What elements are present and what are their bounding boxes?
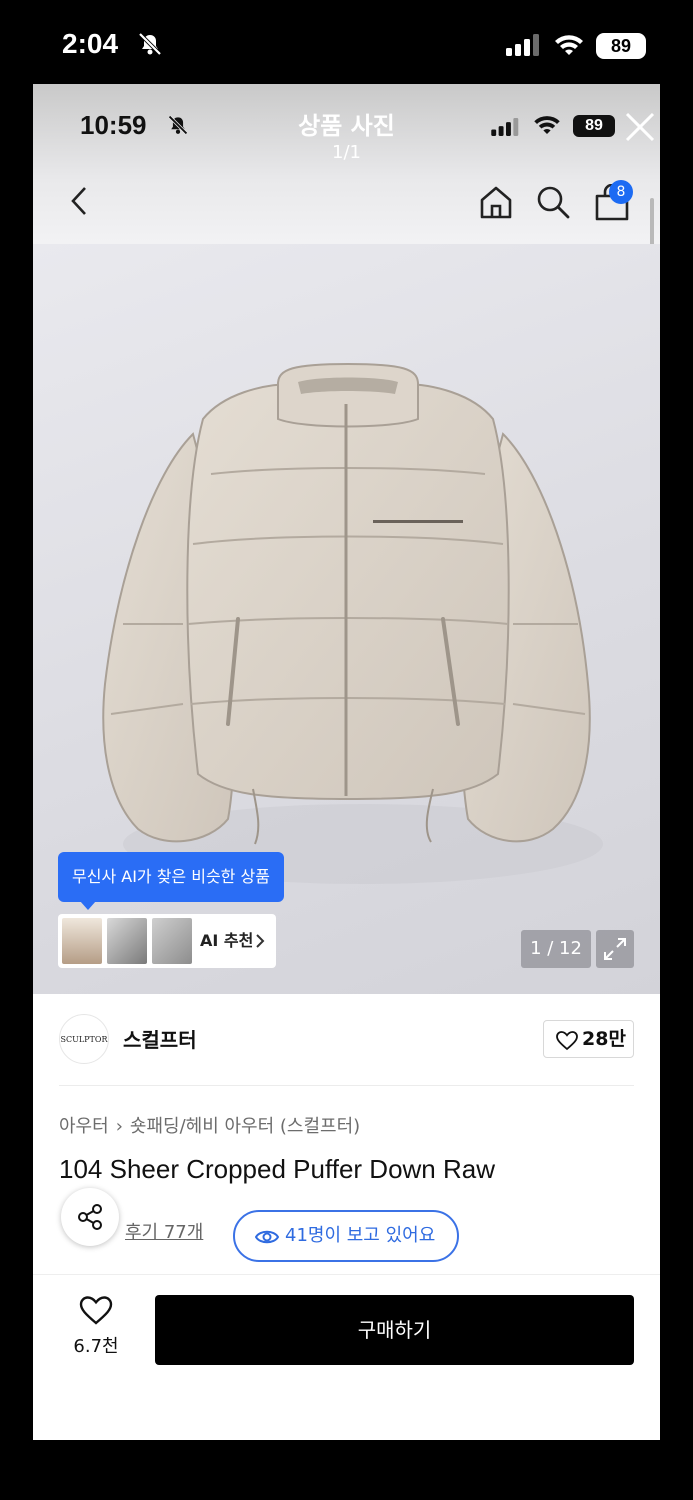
expand-icon[interactable] — [596, 930, 634, 968]
divider — [33, 1274, 660, 1275]
home-icon[interactable] — [477, 184, 515, 220]
wifi-icon — [554, 33, 584, 59]
share-button[interactable] — [61, 1188, 119, 1246]
back-icon[interactable] — [65, 184, 93, 218]
buy-button[interactable]: 구매하기 — [155, 1295, 634, 1365]
chevron-right-icon — [254, 932, 266, 954]
bell-slash-icon — [137, 32, 163, 60]
review-link[interactable]: 후기 77개 — [125, 1218, 203, 1244]
battery-indicator: 89 — [596, 33, 646, 59]
photo-viewer: 10:59 상품 사진 1/1 89 8 무신사 AI가 찾은 비슷한 상품 A… — [33, 84, 660, 1440]
share-icon — [78, 1204, 102, 1230]
viewer-header: 10:59 상품 사진 1/1 89 8 — [33, 84, 660, 244]
brand-like-count: 28만 — [582, 1028, 626, 1050]
breadcrumb-item-category[interactable]: 숏패딩/헤비 아우터 (스컬프터) — [130, 1116, 360, 1137]
similar-product-thumb[interactable] — [107, 918, 147, 964]
cart-count-badge: 8 — [609, 180, 633, 204]
inner-battery-indicator: 89 — [573, 115, 615, 137]
brand-like-button[interactable]: 28만 — [543, 1020, 634, 1058]
device-time: 2:04 — [62, 28, 119, 59]
ai-recommend-card[interactable]: AI 추천 — [58, 914, 276, 968]
heart-icon — [79, 1296, 113, 1325]
wifi-icon — [533, 114, 561, 138]
viewer-counter: 1/1 — [332, 142, 361, 163]
ai-recommend-label: AI 추천 — [200, 931, 254, 950]
wishlist-button[interactable]: 6.7천 — [63, 1296, 129, 1366]
brand-logo[interactable]: SCULPTOR — [59, 1014, 109, 1064]
chevron-right-icon: › — [115, 1116, 123, 1137]
current-viewers-text: 41명이 보고 있어요 — [285, 1225, 436, 1246]
divider — [59, 1085, 634, 1086]
breadcrumb-item-outer[interactable]: 아우터 — [59, 1116, 109, 1137]
breadcrumb: 아우터 › 숏패딩/헤비 아우터 (스컬프터) — [59, 1112, 360, 1138]
close-icon[interactable] — [623, 110, 657, 144]
product-image[interactable]: 무신사 AI가 찾은 비슷한 상품 AI 추천 1 / 12 — [33, 244, 660, 994]
similar-product-thumb[interactable] — [62, 918, 102, 964]
current-viewers-badge: 41명이 보고 있어요 — [233, 1210, 459, 1262]
signal-icon — [506, 34, 542, 60]
eye-icon — [255, 1230, 279, 1244]
wishlist-count: 6.7천 — [73, 1336, 119, 1357]
viewer-title: 상품 사진 — [298, 112, 395, 140]
heart-icon — [556, 1031, 578, 1051]
image-page-counter: 1 / 12 — [521, 930, 591, 968]
brand-name[interactable]: 스컬프터 — [123, 1024, 197, 1053]
product-title: 104 Sheer Cropped Puffer Down Raw — [59, 1154, 495, 1184]
search-icon[interactable] — [535, 184, 571, 220]
signal-icon — [491, 118, 521, 140]
ai-similar-products-tooltip: 무신사 AI가 찾은 비슷한 상품 — [58, 852, 284, 910]
device-status-bar: 2:04 89 — [0, 0, 693, 84]
similar-product-thumb[interactable] — [152, 918, 192, 964]
